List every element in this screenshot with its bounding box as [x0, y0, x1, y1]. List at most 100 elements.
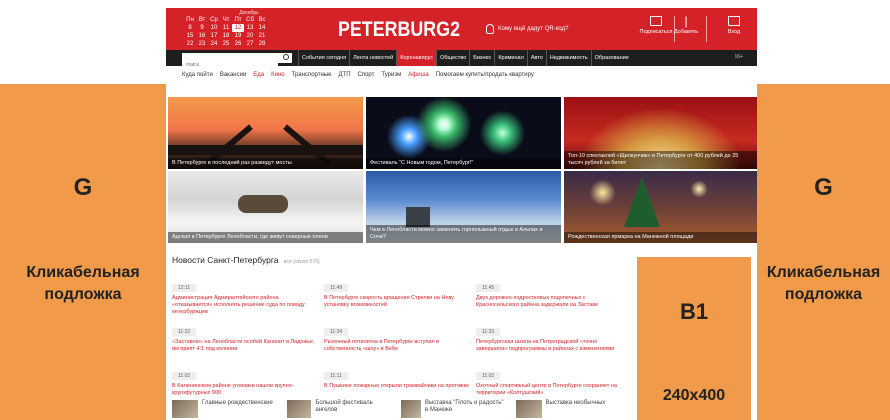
- news-tile[interactable]: Чем в Ленобласти можно заменить горнолыж…: [366, 171, 561, 243]
- tile-caption: В Петербурге в последний раз разведут мо…: [168, 158, 363, 169]
- calendar-day[interactable]: 14: [256, 24, 268, 32]
- calendar-day[interactable]: 8: [184, 24, 196, 32]
- news-headline[interactable]: Петербургская школа на Петроградской «то…: [476, 339, 624, 353]
- calendar-day[interactable]: 27: [244, 40, 256, 48]
- calendar-day[interactable]: 18: [220, 32, 232, 40]
- subnav-item[interactable]: Афиша: [408, 72, 429, 78]
- news-item[interactable]: 11:22 «Заставлю» на Ленобласти особой Кан…: [172, 320, 320, 364]
- calendar-day[interactable]: 10: [208, 24, 220, 32]
- calendar-weekday: Ср: [210, 17, 218, 23]
- background-label-left: G: [73, 174, 93, 201]
- subnav-item[interactable]: Спорт: [358, 72, 375, 78]
- calendar-day[interactable]: 11: [220, 24, 232, 32]
- calendar-day[interactable]: 17: [208, 32, 220, 40]
- calendar-day[interactable]: 24: [208, 40, 220, 48]
- news-headline[interactable]: Администрация Адмиралтейского района «от…: [172, 295, 320, 316]
- calendar-day[interactable]: 21: [256, 32, 268, 40]
- subnav-item[interactable]: Помогаем купить/продать квартиру: [436, 72, 534, 78]
- subnav-item[interactable]: Куда пойти: [182, 72, 213, 78]
- news-headline[interactable]: Охотный спортивный центр в Петербурге со…: [476, 383, 624, 397]
- add-button[interactable]: | Добавить: [666, 15, 706, 35]
- subnav-item[interactable]: Кино: [271, 72, 285, 78]
- news-item[interactable]: 11:33 Петербургская школа на Петроградско…: [476, 320, 624, 364]
- news-item[interactable]: 11:45 Двух дорожно-подростковых подопечны…: [476, 276, 624, 320]
- nav-item[interactable]: Образование: [590, 50, 632, 66]
- reindeer-shape: [238, 195, 288, 213]
- nav-item[interactable]: Бизнес: [469, 50, 494, 66]
- search-icon[interactable]: [283, 54, 289, 60]
- subnav-item[interactable]: Туризм: [381, 72, 401, 78]
- search-box[interactable]: [182, 53, 292, 70]
- nav-item[interactable]: Недвижимость: [545, 50, 591, 66]
- background-caption-line: подложка: [784, 286, 863, 303]
- background-caption-line: Кликабельная: [26, 264, 140, 281]
- news-headline[interactable]: «Заставлю» на Ленобласти особой Канонит …: [172, 339, 320, 353]
- qr-promo-text: Кому ещё дадут QR-код?: [498, 26, 569, 32]
- teaser-title[interactable]: Большой фестиваль ангелов: [315, 400, 393, 420]
- subnav-item[interactable]: Еда: [253, 72, 264, 78]
- lightbulb-icon: [486, 24, 494, 34]
- nav-items: События сегодня Лента новостей Коронавирус…: [298, 50, 632, 66]
- teaser-item[interactable]: Выставка необычных: [515, 400, 623, 420]
- background-caption-right: Кликабельная подложка: [757, 262, 890, 306]
- calendar-day[interactable]: 12: [232, 24, 244, 32]
- calendar-day[interactable]: 19: [232, 32, 244, 40]
- clickable-background-right[interactable]: G Кликабельная подложка: [757, 84, 890, 420]
- calendar-weekday: Сб: [246, 17, 254, 23]
- news-tile[interactable]: Адская в Петербурге Ленобласти, где живу…: [168, 171, 363, 243]
- tile-caption: Чем в Ленобласти можно заменить горнолыж…: [366, 225, 561, 243]
- news-time: 11:45: [476, 284, 501, 292]
- qr-promo-link[interactable]: Кому ещё дадут QR-код?: [486, 24, 568, 34]
- news-tile[interactable]: Топ-10 спектаклей «Щелкунчик» в Петербур…: [564, 97, 757, 169]
- news-tile[interactable]: Фестиваль "С Новым годом, Петербург!": [366, 97, 561, 169]
- subnav-item[interactable]: ДТП: [338, 72, 350, 78]
- calendar-day[interactable]: 22: [184, 40, 196, 48]
- calendar-day[interactable]: 13: [244, 24, 256, 32]
- nav-item[interactable]: Криминал: [494, 50, 527, 66]
- nav-item[interactable]: Лента новостей: [349, 50, 396, 66]
- news-item[interactable]: 11:49 В Петербурге скорость вращения Стре…: [324, 276, 472, 320]
- teaser-title[interactable]: Главные рождественские: [202, 400, 273, 420]
- login-button[interactable]: Вход: [714, 16, 754, 35]
- nav-item[interactable]: Общество: [436, 50, 469, 66]
- teaser-item[interactable]: Большой фестиваль ангелов: [286, 400, 394, 420]
- news-item[interactable]: 12:11 Администрация Адмиралтейского район…: [172, 276, 320, 320]
- calendar-day[interactable]: 15: [184, 32, 196, 40]
- calendar-day[interactable]: 16: [196, 32, 208, 40]
- news-tile[interactable]: Рождественская ярмарка на Манежной площа…: [564, 171, 757, 243]
- subnav-item[interactable]: Транспортные: [292, 72, 332, 78]
- news-headline[interactable]: В Петербурге скорость вращения Стрелки н…: [324, 295, 472, 309]
- background-label-right: G: [814, 174, 833, 201]
- news-item[interactable]: 11:34 Рыночный пятилетка в Петербурге вст…: [324, 320, 472, 364]
- banner-b1[interactable]: B1 240x400: [637, 257, 751, 420]
- teaser-title[interactable]: Выставка необычных: [546, 400, 606, 420]
- calendar-day[interactable]: 26: [232, 40, 244, 48]
- nav-item[interactable]: Коронавирус: [396, 50, 437, 66]
- background-caption-line: подложка: [44, 286, 122, 303]
- nav-item[interactable]: События сегодня: [298, 50, 349, 66]
- calendar-day[interactable]: 20: [244, 32, 256, 40]
- news-tile[interactable]: В Петербурге в последний раз разведут мо…: [168, 97, 363, 169]
- news-headline[interactable]: Двух дорожно-подростковых подопечных с К…: [476, 295, 624, 309]
- calendar-day[interactable]: 28: [256, 40, 268, 48]
- site-header: Декабрь Пн Вт Ср Чт Пт Сб Вс 8 9 10 11 12 13 14 15 16 17…: [166, 8, 757, 50]
- teaser-item[interactable]: Главные рождественские: [172, 400, 279, 420]
- subnav-item[interactable]: Вакансии: [220, 72, 246, 78]
- news-all-link[interactable]: все (около 570): [284, 259, 320, 265]
- header-divider: [706, 16, 707, 42]
- clickable-background-left[interactable]: G Кликабельная подложка: [0, 84, 166, 420]
- news-time: 11:02: [172, 372, 197, 380]
- calendar-day[interactable]: 25: [220, 40, 232, 48]
- news-headline[interactable]: В Калининском районе уголовки нашли круп…: [172, 383, 320, 397]
- news-headline[interactable]: Рыночный пятилетка в Петербурге вступил …: [324, 339, 472, 353]
- news-column: 11:45 Двух дорожно-подростковых подопечны…: [476, 276, 624, 408]
- calendar-day[interactable]: 23: [196, 40, 208, 48]
- nav-item[interactable]: Авто: [526, 50, 546, 66]
- calendar-day[interactable]: 9: [196, 24, 208, 32]
- teaser-title[interactable]: Выставка "Плоть и радость" в Манеже: [425, 400, 508, 420]
- calendar-grid: Пн Вт Ср Чт Пт Сб Вс 8 9 10 11 12 13 14 15 16 17 18 19 20 21…: [184, 16, 284, 48]
- banner-size: 240x400: [662, 387, 726, 404]
- news-headline[interactable]: В Пушкине пожарные открыли трамвайчики н…: [324, 383, 472, 390]
- site-logo[interactable]: PETERBURG2: [338, 18, 460, 42]
- teaser-item[interactable]: Выставка "Плоть и радость" в Манеже: [401, 400, 508, 420]
